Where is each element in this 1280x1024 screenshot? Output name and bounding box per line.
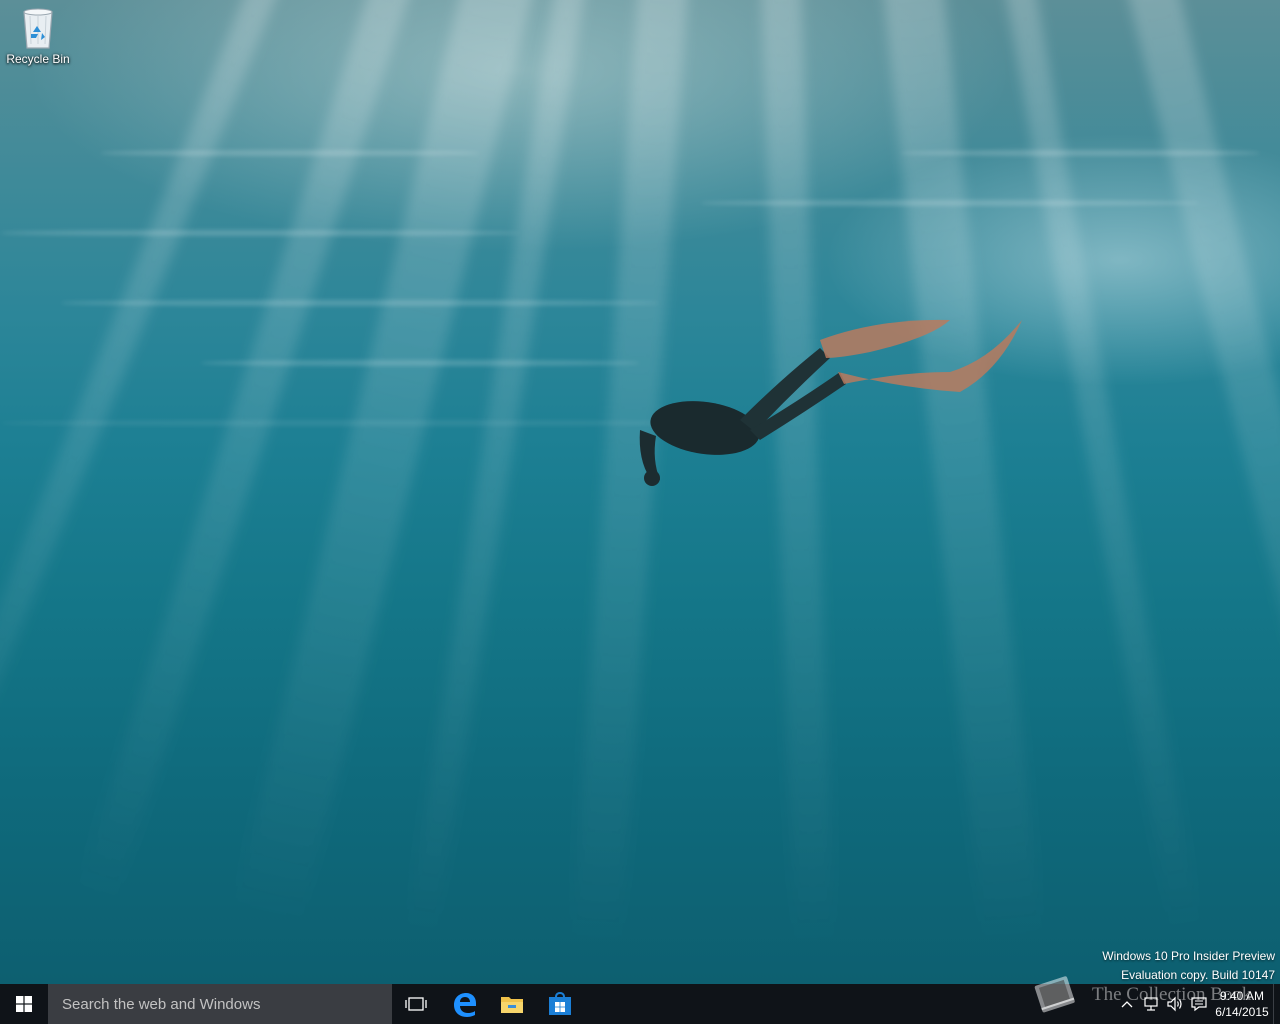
task-view-icon bbox=[405, 997, 427, 1011]
taskbar-app-file-explorer[interactable] bbox=[488, 984, 536, 1024]
task-view-button[interactable] bbox=[392, 984, 440, 1024]
taskbar-app-store[interactable] bbox=[536, 984, 584, 1024]
show-hidden-icons-button[interactable] bbox=[1115, 984, 1139, 1024]
volume-icon bbox=[1167, 996, 1182, 1012]
swimmer-image bbox=[639, 319, 1022, 486]
os-build-watermark: Windows 10 Pro Insider Preview Evaluatio… bbox=[1102, 947, 1275, 984]
watermark-line-1: Windows 10 Pro Insider Preview bbox=[1102, 949, 1275, 963]
action-center-button[interactable] bbox=[1187, 984, 1211, 1024]
action-center-icon bbox=[1191, 997, 1207, 1012]
windows-logo-icon bbox=[16, 996, 32, 1012]
clock-time: 9:40 AM bbox=[1219, 989, 1265, 1003]
edge-icon bbox=[454, 993, 476, 1017]
taskbar: 9:40 AM 6/14/2015 bbox=[0, 984, 1280, 1024]
clock[interactable]: 9:40 AM 6/14/2015 bbox=[1211, 984, 1273, 1024]
volume-button[interactable] bbox=[1163, 984, 1187, 1024]
start-button[interactable] bbox=[0, 984, 48, 1024]
clock-date: 6/14/2015 bbox=[1215, 1005, 1269, 1019]
system-tray: 9:40 AM 6/14/2015 bbox=[1115, 984, 1280, 1024]
desktop-icon-recycle-bin[interactable]: Recycle Bin bbox=[2, 6, 74, 76]
show-desktop-button[interactable] bbox=[1273, 984, 1280, 1024]
desktop-wallpaper[interactable]: Recycle Bin Windows 10 Pro Insider Previ… bbox=[0, 0, 1280, 984]
network-button[interactable] bbox=[1139, 984, 1163, 1024]
folder-icon bbox=[501, 997, 523, 1013]
taskbar-app-edge[interactable] bbox=[440, 984, 488, 1024]
store-icon bbox=[549, 992, 571, 1015]
watermark-line-2: Evaluation copy. Build 10147 bbox=[1121, 968, 1275, 982]
desktop-icon-label: Recycle Bin bbox=[6, 52, 70, 66]
search-box[interactable] bbox=[48, 984, 392, 1024]
search-input[interactable] bbox=[60, 994, 384, 1014]
network-icon bbox=[1144, 997, 1158, 1011]
recycle-bin-icon bbox=[23, 8, 53, 49]
chevron-up-icon bbox=[1121, 1001, 1133, 1008]
